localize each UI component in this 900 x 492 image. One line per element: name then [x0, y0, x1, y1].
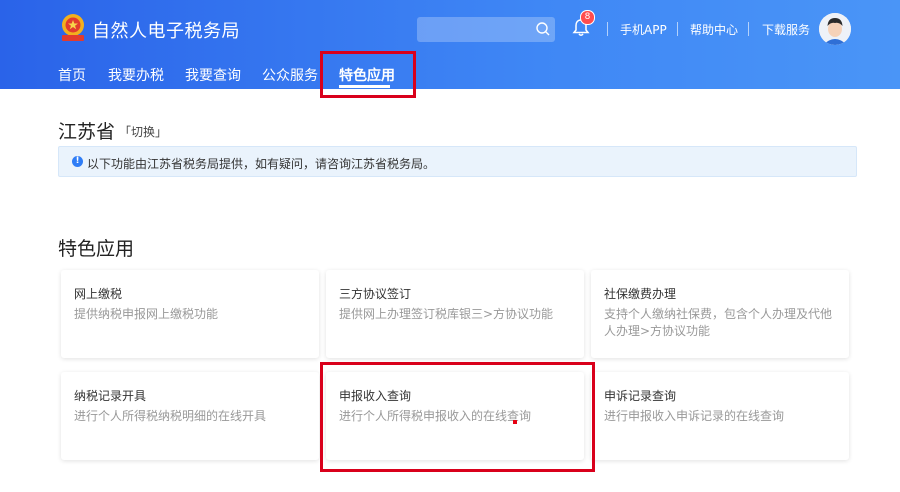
card-online-tax-payment[interactable]: 网上缴税 提供纳税申报网上缴税功能	[61, 270, 319, 358]
help-center-link[interactable]: 帮助中心	[690, 21, 738, 38]
user-avatar-icon	[819, 13, 851, 45]
divider	[677, 22, 678, 36]
card-title: 网上缴税	[74, 287, 123, 301]
mobile-app-link[interactable]: 手机APP	[620, 21, 667, 38]
tax-emblem-logo[interactable]	[58, 12, 88, 42]
card-title: 社保缴费办理	[604, 287, 677, 301]
card-description: 进行个人所得税纳税明细的在线开具	[74, 409, 267, 423]
info-icon: !	[72, 156, 83, 167]
card-description: 提供网上办理签订税库银三>方协议功能	[339, 307, 554, 321]
user-avatar[interactable]	[819, 13, 851, 45]
notice-text: 以下功能由江苏省税务局提供，如有疑问，请咨询江苏省税务局。	[87, 157, 436, 171]
divider	[748, 22, 749, 36]
nav-query[interactable]: 我要查询	[185, 65, 241, 85]
info-notice: ! 以下功能由江苏省税务局提供，如有疑问，请咨询江苏省税务局。	[58, 146, 857, 177]
card-description: 进行申报收入申诉记录的在线查询	[604, 409, 785, 423]
card-appeal-record-query[interactable]: 申诉记录查询 进行申报收入申诉记录的在线查询	[591, 372, 849, 460]
province-switch-link[interactable]: 「切换」	[119, 123, 167, 140]
cursor-marker	[513, 420, 517, 424]
card-description: 提供纳税申报网上缴税功能	[74, 307, 219, 321]
nav-public-service[interactable]: 公众服务	[262, 65, 318, 85]
card-social-insurance[interactable]: 社保缴费办理 支持个人缴纳社保费，包含个人办理及代他人办理>方协议功能	[591, 270, 849, 358]
search-input[interactable]	[417, 17, 555, 42]
nav-tax-handling[interactable]: 我要办税	[108, 65, 164, 85]
nav-home[interactable]: 首页	[58, 65, 86, 85]
card-description: 支持个人缴纳社保费，包含个人办理及代他人办理>方协议功能	[604, 307, 833, 338]
card-title: 三方协议签订	[339, 287, 412, 301]
search-icon[interactable]	[535, 21, 551, 37]
top-header: 自然人电子税务局 8 手机APP 帮助中心 下载服务 首页 我要办税 我要查询 …	[0, 0, 900, 89]
highlight-box-card	[320, 362, 595, 472]
notification-badge: 8	[580, 10, 595, 25]
download-service-link[interactable]: 下载服务	[762, 21, 810, 38]
card-title: 申诉记录查询	[604, 389, 677, 403]
card-title: 纳税记录开具	[74, 389, 147, 403]
divider	[607, 22, 608, 36]
card-tripartite-agreement[interactable]: 三方协议签订 提供网上办理签订税库银三>方协议功能	[326, 270, 584, 358]
highlight-box-nav	[320, 51, 416, 98]
province-name: 江苏省	[58, 121, 116, 143]
card-tax-record-issuance[interactable]: 纳税记录开具 进行个人所得税纳税明细的在线开具	[61, 372, 319, 460]
site-title[interactable]: 自然人电子税务局	[92, 17, 240, 43]
section-title: 特色应用	[58, 238, 135, 260]
